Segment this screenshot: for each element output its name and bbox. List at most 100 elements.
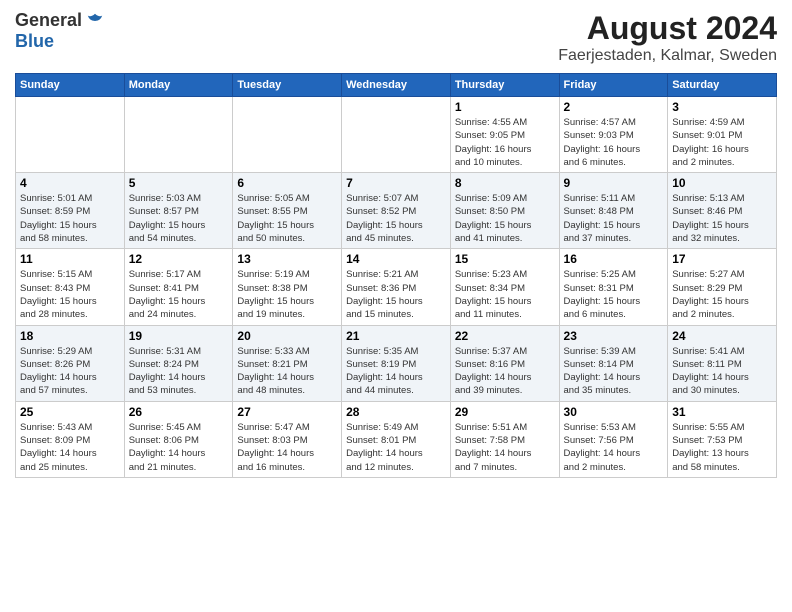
day-info: Sunrise: 4:57 AM Sunset: 9:03 PM Dayligh… (564, 116, 664, 169)
calendar-week-4: 25Sunrise: 5:43 AM Sunset: 8:09 PM Dayli… (16, 401, 777, 477)
day-number: 25 (20, 405, 120, 419)
day-info: Sunrise: 5:05 AM Sunset: 8:55 PM Dayligh… (237, 192, 337, 245)
calendar-cell: 22Sunrise: 5:37 AM Sunset: 8:16 PM Dayli… (450, 325, 559, 401)
calendar-cell: 28 Sunrise: 5:49 AM Sunset: 8:01 PM Dayli… (342, 401, 451, 477)
day-number: 8 (455, 176, 555, 190)
location-title: Faerjestaden, Kalmar, Sweden (558, 47, 777, 65)
day-info: Sunrise: 5:13 AM Sunset: 8:46 PM Dayligh… (672, 192, 772, 245)
logo-bird-icon (86, 12, 104, 30)
calendar-cell: 7 Sunrise: 5:07 AM Sunset: 8:52 PM Daylig… (342, 173, 451, 249)
calendar-cell: 15Sunrise: 5:23 AM Sunset: 8:34 PM Dayli… (450, 249, 559, 325)
calendar-cell: 6 Sunrise: 5:05 AM Sunset: 8:55 PM Daylig… (233, 173, 342, 249)
day-number: 19 (129, 329, 229, 343)
day-number: 16 (564, 252, 664, 266)
day-number: 14 (346, 252, 446, 266)
calendar-header: SundayMondayTuesdayWednesdayThursdayFrid… (16, 74, 777, 97)
day-info: Sunrise: 5:55 AM Sunset: 7:53 PM Dayligh… (672, 421, 772, 474)
day-number: 2 (564, 100, 664, 114)
header-sunday: Sunday (16, 74, 125, 97)
day-number: 30 (564, 405, 664, 419)
calendar-cell: 23 Sunrise: 5:39 AM Sunset: 8:14 PM Dayli… (559, 325, 668, 401)
day-info: Sunrise: 5:23 AM Sunset: 8:34 PM Dayligh… (455, 268, 555, 321)
day-info: Sunrise: 5:07 AM Sunset: 8:52 PM Dayligh… (346, 192, 446, 245)
calendar-cell: 11 Sunrise: 5:15 AM Sunset: 8:43 PM Dayli… (16, 249, 125, 325)
day-info: Sunrise: 5:21 AM Sunset: 8:36 PM Dayligh… (346, 268, 446, 321)
day-info: Sunrise: 5:33 AM Sunset: 8:21 PM Dayligh… (237, 345, 337, 398)
calendar-table: SundayMondayTuesdayWednesdayThursdayFrid… (15, 73, 777, 478)
calendar-cell: 5Sunrise: 5:03 AM Sunset: 8:57 PM Daylig… (124, 173, 233, 249)
day-number: 18 (20, 329, 120, 343)
logo-blue: Blue (15, 31, 54, 52)
calendar-cell: 3 Sunrise: 4:59 AM Sunset: 9:01 PM Daylig… (668, 97, 777, 173)
calendar-cell: 2 Sunrise: 4:57 AM Sunset: 9:03 PM Daylig… (559, 97, 668, 173)
day-info: Sunrise: 5:11 AM Sunset: 8:48 PM Dayligh… (564, 192, 664, 245)
day-number: 29 (455, 405, 555, 419)
day-info: Sunrise: 5:25 AM Sunset: 8:31 PM Dayligh… (564, 268, 664, 321)
calendar-cell: 30Sunrise: 5:53 AM Sunset: 7:56 PM Dayli… (559, 401, 668, 477)
day-info: Sunrise: 4:59 AM Sunset: 9:01 PM Dayligh… (672, 116, 772, 169)
day-number: 23 (564, 329, 664, 343)
calendar-cell: 19 Sunrise: 5:31 AM Sunset: 8:24 PM Dayli… (124, 325, 233, 401)
calendar-week-0: 1 Sunrise: 4:55 AM Sunset: 9:05 PM Daylig… (16, 97, 777, 173)
calendar-cell: 14 Sunrise: 5:21 AM Sunset: 8:36 PM Dayli… (342, 249, 451, 325)
day-info: Sunrise: 5:31 AM Sunset: 8:24 PM Dayligh… (129, 345, 229, 398)
day-info: Sunrise: 5:15 AM Sunset: 8:43 PM Dayligh… (20, 268, 120, 321)
calendar-cell (16, 97, 125, 173)
day-number: 20 (237, 329, 337, 343)
calendar-cell: 27 Sunrise: 5:47 AM Sunset: 8:03 PM Dayli… (233, 401, 342, 477)
calendar-cell (233, 97, 342, 173)
day-number: 7 (346, 176, 446, 190)
day-number: 24 (672, 329, 772, 343)
calendar-cell: 24 Sunrise: 5:41 AM Sunset: 8:11 PM Dayli… (668, 325, 777, 401)
day-info: Sunrise: 5:47 AM Sunset: 8:03 PM Dayligh… (237, 421, 337, 474)
header-thursday: Thursday (450, 74, 559, 97)
calendar-cell: 29 Sunrise: 5:51 AM Sunset: 7:58 PM Dayli… (450, 401, 559, 477)
day-number: 1 (455, 100, 555, 114)
day-info: Sunrise: 5:03 AM Sunset: 8:57 PM Dayligh… (129, 192, 229, 245)
day-number: 6 (237, 176, 337, 190)
day-info: Sunrise: 4:55 AM Sunset: 9:05 PM Dayligh… (455, 116, 555, 169)
calendar-cell: 31Sunrise: 5:55 AM Sunset: 7:53 PM Dayli… (668, 401, 777, 477)
day-number: 27 (237, 405, 337, 419)
day-info: Sunrise: 5:41 AM Sunset: 8:11 PM Dayligh… (672, 345, 772, 398)
day-number: 13 (237, 252, 337, 266)
day-info: Sunrise: 5:45 AM Sunset: 8:06 PM Dayligh… (129, 421, 229, 474)
logo-general: General (15, 10, 82, 31)
header-tuesday: Tuesday (233, 74, 342, 97)
day-info: Sunrise: 5:35 AM Sunset: 8:19 PM Dayligh… (346, 345, 446, 398)
day-number: 12 (129, 252, 229, 266)
day-info: Sunrise: 5:49 AM Sunset: 8:01 PM Dayligh… (346, 421, 446, 474)
day-number: 21 (346, 329, 446, 343)
calendar-cell: 26Sunrise: 5:45 AM Sunset: 8:06 PM Dayli… (124, 401, 233, 477)
logo: General Blue (15, 10, 104, 52)
day-number: 3 (672, 100, 772, 114)
calendar-cell (342, 97, 451, 173)
day-info: Sunrise: 5:09 AM Sunset: 8:50 PM Dayligh… (455, 192, 555, 245)
calendar-cell: 8 Sunrise: 5:09 AM Sunset: 8:50 PM Daylig… (450, 173, 559, 249)
day-info: Sunrise: 5:39 AM Sunset: 8:14 PM Dayligh… (564, 345, 664, 398)
calendar-cell: 18 Sunrise: 5:29 AM Sunset: 8:26 PM Dayli… (16, 325, 125, 401)
calendar-cell: 20 Sunrise: 5:33 AM Sunset: 8:21 PM Dayli… (233, 325, 342, 401)
day-info: Sunrise: 5:19 AM Sunset: 8:38 PM Dayligh… (237, 268, 337, 321)
day-number: 28 (346, 405, 446, 419)
calendar-cell: 9Sunrise: 5:11 AM Sunset: 8:48 PM Daylig… (559, 173, 668, 249)
calendar-week-3: 18 Sunrise: 5:29 AM Sunset: 8:26 PM Dayli… (16, 325, 777, 401)
month-title: August 2024 (558, 10, 777, 47)
calendar-cell: 16 Sunrise: 5:25 AM Sunset: 8:31 PM Dayli… (559, 249, 668, 325)
day-info: Sunrise: 5:01 AM Sunset: 8:59 PM Dayligh… (20, 192, 120, 245)
calendar-cell: 25Sunrise: 5:43 AM Sunset: 8:09 PM Dayli… (16, 401, 125, 477)
calendar-cell: 13 Sunrise: 5:19 AM Sunset: 8:38 PM Dayli… (233, 249, 342, 325)
calendar-cell: 10Sunrise: 5:13 AM Sunset: 8:46 PM Dayli… (668, 173, 777, 249)
day-info: Sunrise: 5:51 AM Sunset: 7:58 PM Dayligh… (455, 421, 555, 474)
calendar-cell (124, 97, 233, 173)
day-number: 11 (20, 252, 120, 266)
title-area: August 2024 Faerjestaden, Kalmar, Sweden (558, 10, 777, 65)
header-friday: Friday (559, 74, 668, 97)
calendar-week-2: 11 Sunrise: 5:15 AM Sunset: 8:43 PM Dayli… (16, 249, 777, 325)
calendar-week-1: 4Sunrise: 5:01 AM Sunset: 8:59 PM Daylig… (16, 173, 777, 249)
calendar-cell: 21 Sunrise: 5:35 AM Sunset: 8:19 PM Dayli… (342, 325, 451, 401)
day-info: Sunrise: 5:29 AM Sunset: 8:26 PM Dayligh… (20, 345, 120, 398)
day-number: 22 (455, 329, 555, 343)
day-info: Sunrise: 5:27 AM Sunset: 8:29 PM Dayligh… (672, 268, 772, 321)
day-number: 17 (672, 252, 772, 266)
